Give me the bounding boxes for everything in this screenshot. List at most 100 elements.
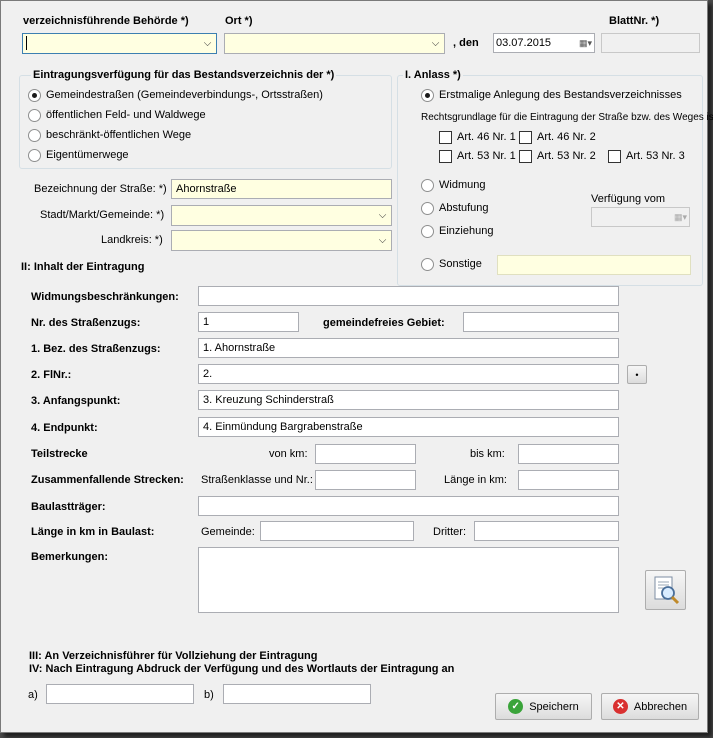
- gemeindefrei-label: gemeindefreies Gebiet:: [323, 317, 445, 329]
- gemeinde-label: Gemeinde:: [201, 526, 255, 538]
- widmungsbeschr-input[interactable]: [198, 286, 619, 306]
- document-search-icon: [654, 576, 679, 605]
- gemeindefrei-input[interactable]: [463, 312, 619, 332]
- blatt-label: BlattNr. *): [609, 15, 660, 27]
- checkbox-label: Art. 53 Nr. 1: [457, 150, 516, 162]
- b-label: b): [204, 689, 214, 701]
- behoerde-combo[interactable]: ⌵: [22, 33, 217, 54]
- ort-label: Ort *): [225, 15, 253, 27]
- radio-beschraenkt[interactable]: [28, 129, 41, 142]
- flnr-small-button[interactable]: •: [627, 365, 647, 384]
- check-circle-icon: ✓: [508, 699, 524, 714]
- endpunkt-input[interactable]: 4. Einmündung Bargrabenstraße: [198, 417, 619, 437]
- bemerkungen-textarea[interactable]: [198, 547, 619, 613]
- bez-strassenzug-label: 1. Bez. des Straßenzugs:: [31, 343, 161, 355]
- bez-strassenzug-input[interactable]: 1. Ahornstraße: [198, 338, 619, 358]
- radio-label: beschränkt-öffentlichen Wege: [46, 129, 192, 141]
- checkbox-art46-1[interactable]: [439, 131, 452, 144]
- radio-label: Gemeindestraßen (Gemeindeverbindungs-, O…: [46, 89, 323, 101]
- a-label: a): [28, 689, 38, 701]
- checkbox-label: Art. 46 Nr. 2: [537, 131, 596, 143]
- dialog-window: verzeichnisführende Behörde *) Ort *) Bl…: [0, 0, 713, 733]
- radio-abstufung[interactable]: [421, 202, 434, 215]
- radio-label: Einziehung: [439, 225, 494, 237]
- footer-line4: IV: Nach Eintragung Abdruck der Verfügun…: [29, 663, 455, 675]
- radio-label: öffentlichen Feld- und Waldwege: [46, 109, 206, 121]
- dritter-label: Dritter:: [433, 526, 466, 538]
- endpunkt-label: 4. Endpunkt:: [31, 422, 98, 434]
- blatt-input[interactable]: [601, 33, 700, 53]
- baulasttraeger-label: Baulastträger:: [31, 501, 106, 513]
- document-search-button[interactable]: [645, 570, 686, 610]
- teilstrecke-label: Teilstrecke: [31, 448, 88, 460]
- verfuegung-title: Eintragungsverfügung für das Bestandsver…: [31, 69, 337, 81]
- behoerde-label: verzeichnisführende Behörde *): [23, 15, 189, 27]
- widmungsbeschr-label: Widmungsbeschränkungen:: [31, 291, 179, 303]
- dritter-input[interactable]: [474, 521, 619, 541]
- rechtsgrundlage-text: Rechtsgrundlage für die Eintragung der S…: [421, 112, 713, 123]
- gemeinde-input[interactable]: [260, 521, 414, 541]
- stadt-combo[interactable]: ⌵: [171, 205, 392, 226]
- zusammen-label: Zusammenfallende Strecken:: [31, 474, 184, 486]
- inhalt-title: II: Inhalt der Eintragung: [21, 261, 145, 273]
- landkreis-combo[interactable]: ⌵: [171, 230, 392, 251]
- sonstige-input[interactable]: [497, 255, 691, 275]
- flnr-input[interactable]: 2.: [198, 364, 619, 384]
- checkbox-art46-2[interactable]: [519, 131, 532, 144]
- chevron-down-icon[interactable]: ⌵: [374, 206, 391, 225]
- anfangspunkt-label: 3. Anfangspunkt:: [31, 395, 121, 407]
- checkbox-art53-2[interactable]: [519, 150, 532, 163]
- checkbox-art53-1[interactable]: [439, 150, 452, 163]
- x-circle-icon: ✕: [612, 699, 628, 714]
- radio-label: Abstufung: [439, 202, 489, 214]
- calendar-icon[interactable]: ▦▾: [674, 210, 687, 224]
- radio-widmung[interactable]: [421, 179, 434, 192]
- radio-eigentuemerwege[interactable]: [28, 149, 41, 162]
- radio-label: Widmung: [439, 179, 486, 191]
- checkbox-label: Art. 53 Nr. 2: [537, 150, 596, 162]
- radio-gemeindestrassen[interactable]: [28, 89, 41, 102]
- radio-label: Sonstige: [439, 258, 482, 270]
- laenge-km-label: Länge in km:: [444, 474, 507, 486]
- ort-combo[interactable]: ⌵: [224, 33, 445, 54]
- bemerkungen-label: Bemerkungen:: [31, 551, 109, 563]
- radio-sonstige[interactable]: [421, 258, 434, 271]
- bis-km-input[interactable]: [518, 444, 619, 464]
- a-input[interactable]: [46, 684, 194, 704]
- calendar-icon[interactable]: ▦▾: [579, 36, 592, 50]
- radio-einziehung[interactable]: [421, 225, 434, 238]
- chevron-down-icon[interactable]: ⌵: [199, 34, 216, 53]
- radio-erstmalige[interactable]: [421, 89, 434, 102]
- laenge-baulast-label: Länge in km in Baulast:: [31, 526, 155, 538]
- baulasttraeger-input[interactable]: [198, 496, 619, 516]
- laenge-km-input[interactable]: [518, 470, 619, 490]
- chevron-down-icon[interactable]: ⌵: [427, 34, 444, 53]
- verfuegung-vom-date[interactable]: ▦▾: [591, 207, 690, 227]
- chevron-down-icon[interactable]: ⌵: [374, 231, 391, 250]
- cancel-button[interactable]: ✕ Abbrechen: [601, 693, 699, 720]
- bis-km-label: bis km:: [470, 448, 505, 460]
- date-value: 03.07.2015: [496, 37, 552, 49]
- von-km-label: von km:: [269, 448, 308, 460]
- save-label: Speichern: [529, 700, 579, 713]
- von-km-input[interactable]: [315, 444, 416, 464]
- date-picker[interactable]: 03.07.2015 ▦▾: [493, 33, 595, 53]
- b-input[interactable]: [223, 684, 371, 704]
- checkbox-art53-3[interactable]: [608, 150, 621, 163]
- radio-feld-waldwege[interactable]: [28, 109, 41, 122]
- verfuegung-vom-label: Verfügung vom: [591, 193, 665, 205]
- bez-strasse-label: Bezeichnung der Straße: *): [34, 183, 167, 195]
- text-cursor: [26, 36, 27, 50]
- flnr-label: 2. FlNr.:: [31, 369, 72, 381]
- anfangspunkt-input[interactable]: 3. Kreuzung Schinderstraß: [198, 390, 619, 410]
- strassenklasse-input[interactable]: [315, 470, 416, 490]
- nr-strassenzug-input[interactable]: 1: [198, 312, 299, 332]
- den-label: , den: [453, 37, 479, 49]
- landkreis-label: Landkreis: *): [101, 234, 163, 246]
- bez-strasse-input[interactable]: Ahornstraße: [171, 179, 392, 199]
- save-button[interactable]: ✓ Speichern: [495, 693, 592, 720]
- stadt-label: Stadt/Markt/Gemeinde: *): [40, 209, 165, 221]
- footer-line3: III: An Verzeichnisführer für Vollziehun…: [29, 650, 318, 662]
- radio-label: Erstmalige Anlegung des Bestandsverzeich…: [439, 89, 682, 101]
- nr-strassenzug-label: Nr. des Straßenzugs:: [31, 317, 141, 329]
